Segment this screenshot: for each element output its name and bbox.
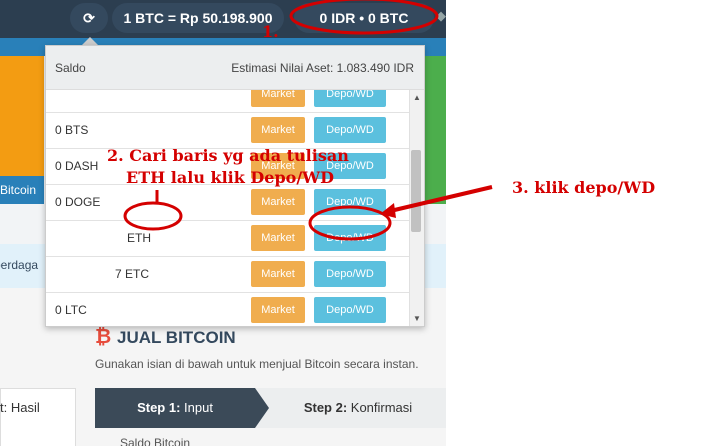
depo-arrow-head xyxy=(380,203,396,218)
depo-circle xyxy=(308,205,392,241)
annotation-marks xyxy=(123,0,493,241)
depo-arrow-line xyxy=(385,185,493,214)
eth-circle xyxy=(123,201,183,231)
balance-circle xyxy=(289,0,439,35)
annotation-step-3: 3. klik depo/WD xyxy=(512,178,656,197)
annotation-step-1: 1. xyxy=(262,22,279,41)
annotation-step-2-line-2: ETH lalu klik Depo/WD xyxy=(126,168,335,187)
annotation-step-2-line-1: 2. Cari baris yg ada tulisan xyxy=(107,146,349,165)
